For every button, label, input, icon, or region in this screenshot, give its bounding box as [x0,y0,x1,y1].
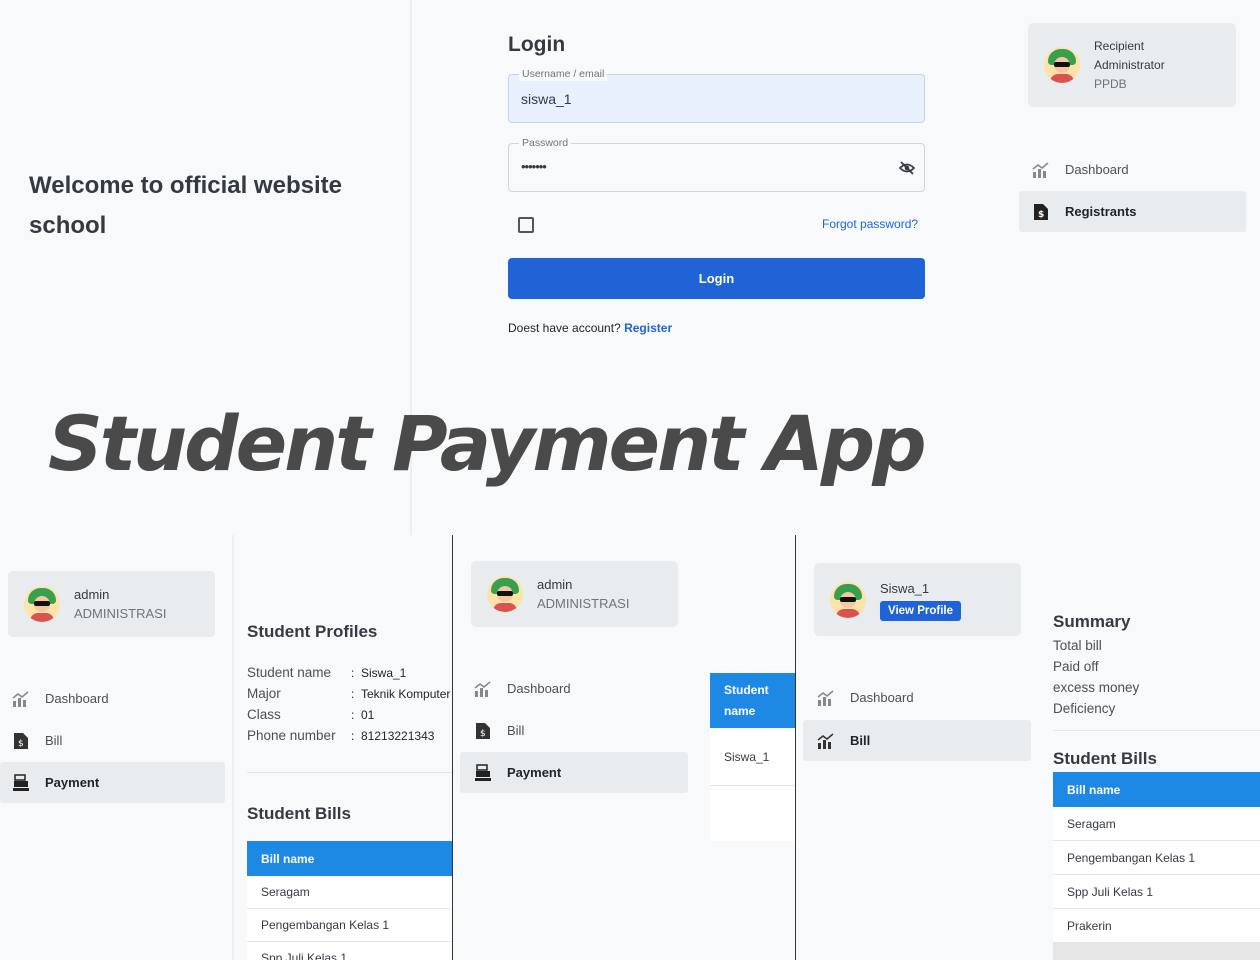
svg-text:$: $ [1038,210,1044,220]
sidebar-item-registrants[interactable]: $ Registrants [1019,191,1246,232]
user-role: ADMINISTRASI [537,596,630,611]
avatar [487,576,523,612]
password-value: ••••••• [521,159,547,174]
user-card: admin ADMINISTRASI [8,571,215,637]
sidebar-item-bill[interactable]: $ Bill [460,710,688,751]
table-row-empty [710,786,795,841]
invoice-icon: $ [1031,202,1051,222]
bills-title: Student Bills [1053,749,1157,768]
student-table: Student name Siswa_1 [710,673,795,841]
user-name: admin [74,587,110,602]
sidebar-item-dashboard[interactable]: Dashboard [0,678,225,719]
password-field[interactable]: Password ••••••• [508,137,925,192]
divider [1053,730,1260,731]
user-card: Siswa_1 View Profile [814,563,1021,636]
divider [247,772,452,773]
bill-name-header: Bill name [247,841,452,876]
user-name: Siswa_1 [880,580,930,596]
user-card: admin ADMINISTRASI [471,561,678,627]
password-label: Password [519,137,572,150]
recipient-line1: Recipient [1094,38,1145,53]
user-name: admin [537,577,573,592]
chart-icon [11,689,31,709]
profile-row: Major : Teknik Komputer [247,686,451,701]
summary-title: Summary [1053,612,1131,631]
profile-fields: Student name : Siswa_1 Major : Teknik Ko… [247,662,450,746]
admin-sidebar-2: admin ADMINISTRASI Dashboard $ Bill Paym… [453,535,695,960]
chart-icon [1031,160,1051,180]
chart-icon [816,731,836,751]
recipient-line2: Administrator [1094,57,1165,72]
summary-item: Deficiency [1053,701,1116,716]
username-label: Username / email [519,68,608,81]
summary-item: excess money [1053,680,1140,695]
chart-icon [473,679,493,699]
app-title: Student Payment App [48,399,927,488]
sidebar-item-payment[interactable]: Payment [0,762,225,803]
svg-text:$: $ [480,729,486,739]
table-row[interactable]: Spp Juli Kelas 1 [247,942,452,960]
bills-table: Bill name Seragam Pengembangan Kelas 1 S… [247,841,452,960]
student-profile-panel: Student Profiles Student name : Siswa_1 … [234,535,452,960]
username-field[interactable]: Username / email siswa_1 [508,68,925,123]
profile-row: Class : 01 [247,707,375,722]
student-sidebar: Siswa_1 View Profile Dashboard Bill [796,535,1038,960]
login-title: Login [508,33,566,56]
student-name-header: Student name [710,673,795,728]
profile-row: Phone number : 81213221343 [247,728,435,743]
sidebar-item-bill[interactable]: $ Bill [0,720,225,761]
recipient-line3: PPDB [1094,76,1127,91]
eye-off-icon[interactable] [898,160,916,181]
remember-checkbox[interactable] [518,217,534,233]
sidebar-item-payment[interactable]: Payment [460,752,688,793]
chart-icon [816,688,836,708]
table-row[interactable]: Siswa_1 [710,728,795,786]
user-role: ADMINISTRASI [74,606,167,621]
avatar [24,586,60,622]
table-row[interactable]: Pengembangan Kelas 1 [1053,841,1260,875]
avatar [830,581,866,618]
username-value: siswa_1 [521,91,572,107]
student-table-panel: Student name Siswa_1 [695,535,795,960]
cash-register-icon [473,763,493,783]
bills-title: Student Bills [247,804,351,823]
summary-list: Total bill Paid off excess money Deficie… [1053,635,1139,719]
welcome-heading: Welcome to official website school [29,172,342,239]
summary-item: Paid off [1053,659,1099,674]
admin-sidebar-1: admin ADMINISTRASI Dashboard $ Bill Paym… [0,535,232,960]
recipient-card: Recipient Administrator PPDB [1028,23,1236,107]
bills-table: Bill name Seragam Pengembangan Kelas 1 S… [1053,772,1260,960]
avatar [1044,47,1080,83]
invoice-icon: $ [11,731,31,751]
table-row[interactable]: Pengembangan Kelas 1 [247,909,452,942]
table-row-empty [1053,943,1260,960]
login-button-label: Login [698,271,735,286]
summary-item: Total bill [1053,638,1102,653]
recipient-panel: Recipient Administrator PPDB Dashboard $… [1010,0,1260,400]
sidebar-item-dashboard[interactable]: Dashboard [1019,149,1246,190]
sidebar-item-bill[interactable]: Bill [803,720,1031,761]
profile-row: Student name : Siswa_1 [247,665,407,680]
table-row[interactable]: Prakerin [1053,909,1260,943]
register-line: Doest have account? Register [508,321,673,335]
login-button[interactable]: Login [508,258,925,299]
table-row[interactable]: Seragam [247,876,452,909]
table-row[interactable]: Spp Juli Kelas 1 [1053,875,1260,909]
summary-panel: Summary Total bill Paid off excess money… [1038,535,1260,960]
invoice-icon: $ [473,721,493,741]
table-row[interactable]: Seragam [1053,807,1260,841]
sidebar-item-dashboard[interactable]: Dashboard [803,677,1031,718]
forgot-password-link[interactable]: Forgot password? [822,217,918,231]
cash-register-icon [11,773,31,793]
sidebar-item-dashboard[interactable]: Dashboard [460,668,688,709]
view-profile-button[interactable]: View Profile [880,600,961,621]
svg-text:$: $ [18,739,24,749]
register-link[interactable]: Register [624,321,672,335]
profile-title: Student Profiles [247,622,378,641]
bill-name-header: Bill name [1053,772,1260,807]
